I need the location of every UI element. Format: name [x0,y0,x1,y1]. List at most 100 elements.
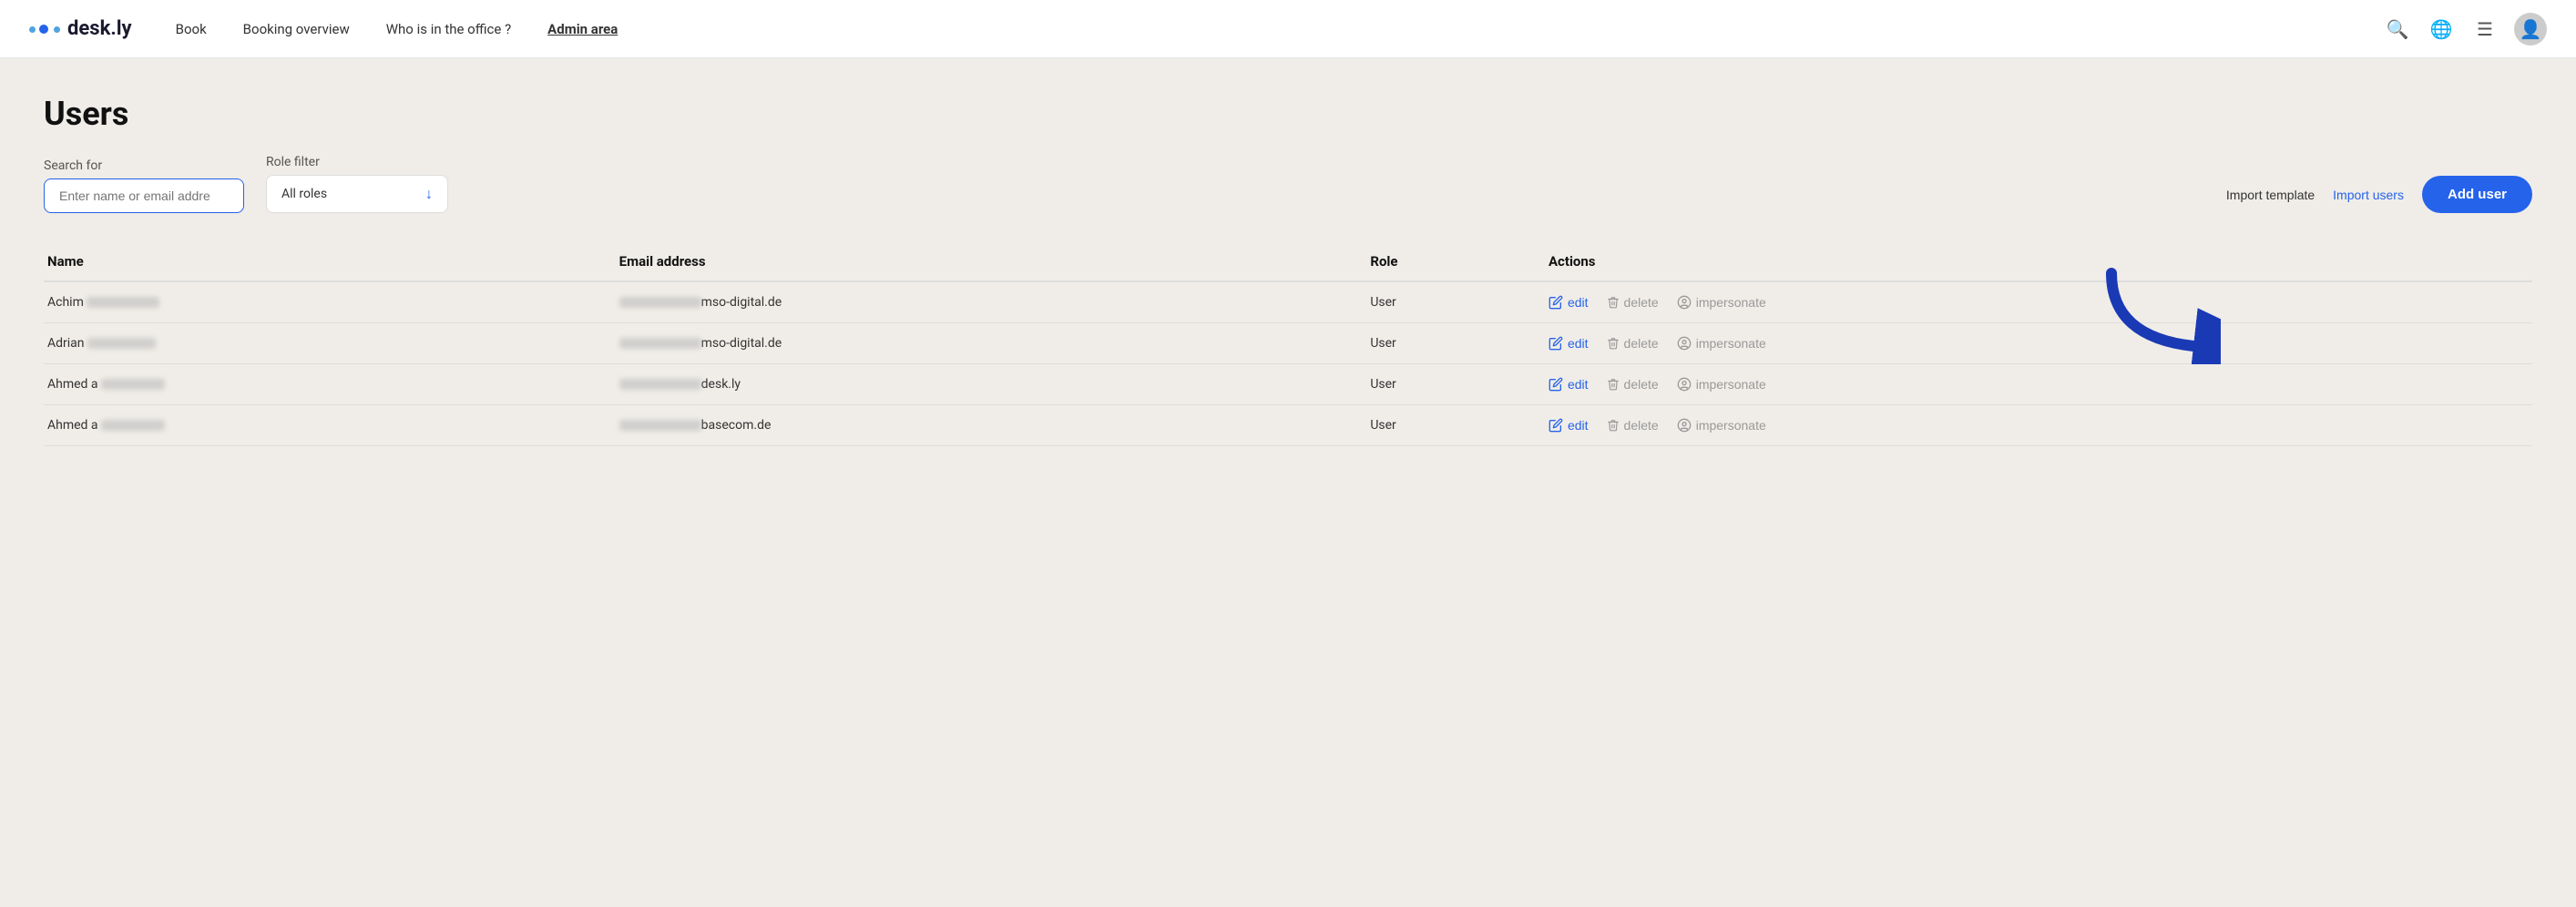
edit-label: edit [1568,418,1589,433]
trash-icon [1607,419,1620,432]
delete-button[interactable]: delete [1607,295,1659,310]
users-table: Name Email address Role Actions Achim ms… [44,242,2532,446]
impersonate-button[interactable]: impersonate [1677,295,1766,310]
name-blur [87,297,159,308]
cell-actions: edit delete impersonate [1549,281,2532,323]
col-role: Role [1370,242,1549,281]
globe-icon[interactable]: 🌐 [2427,15,2456,44]
header: desk.ly Book Booking overview Who is in … [0,0,2576,58]
edit-icon [1549,336,1563,351]
email-blur [619,338,701,349]
cell-name: Adrian [44,323,619,364]
table-row: Ahmed a basecom.de User edit delete [44,405,2532,446]
trash-icon [1607,337,1620,350]
main-content: Users Search for Role filter All roles ↓… [0,58,2576,483]
search-input[interactable] [44,178,244,213]
filters-row: Search for Role filter All roles ↓ Impor… [44,155,2532,213]
cell-actions: edit delete impersonate [1549,405,2532,446]
cell-email: desk.ly [619,364,1371,405]
impersonate-label: impersonate [1696,336,1766,351]
impersonate-button[interactable]: impersonate [1677,377,1766,392]
name-blur [87,338,156,349]
cell-role: User [1370,405,1549,446]
delete-button[interactable]: delete [1607,377,1659,392]
avatar[interactable]: 👤 [2514,13,2547,46]
role-select-value: All roles [281,187,327,201]
header-actions: 🔍 🌐 ☰ 👤 [2383,13,2547,46]
edit-button[interactable]: edit [1549,295,1589,310]
user-circle-icon [1677,418,1692,433]
actions-cell: edit delete impersonate [1549,295,2518,310]
cell-name: Ahmed a [44,405,619,446]
cell-email: mso-digital.de [619,281,1371,323]
table-row: Ahmed a desk.ly User edit delete [44,364,2532,405]
search-icon[interactable]: 🔍 [2383,15,2412,44]
email-domain: mso-digital.de [701,295,782,310]
name-blur [101,420,165,431]
search-label: Search for [44,158,244,173]
col-email: Email address [619,242,1371,281]
name-blur [101,379,165,390]
edit-button[interactable]: edit [1549,377,1589,392]
impersonate-label: impersonate [1696,295,1766,310]
user-firstname: Ahmed a [47,377,101,392]
user-circle-icon [1677,377,1692,392]
cell-actions: edit delete impersonate [1549,364,2532,405]
menu-icon[interactable]: ☰ [2470,15,2499,44]
email-domain: basecom.de [701,418,772,433]
page-title: Users [44,95,2532,133]
cell-email: mso-digital.de [619,323,1371,364]
search-group: Search for [44,158,244,213]
col-actions: Actions [1549,242,2532,281]
edit-label: edit [1568,377,1589,392]
cell-role: User [1370,323,1549,364]
table-header-row: Name Email address Role Actions [44,242,2532,281]
delete-button[interactable]: delete [1607,336,1659,351]
logo-icon [29,25,60,34]
edit-button[interactable]: edit [1549,336,1589,351]
logo-text: desk.ly [67,17,132,40]
trash-icon [1607,296,1620,309]
logo[interactable]: desk.ly [29,17,132,40]
impersonate-button[interactable]: impersonate [1677,336,1766,351]
role-filter-group: Role filter All roles ↓ [266,155,448,213]
cell-role: User [1370,364,1549,405]
email-blur [619,379,701,390]
user-circle-icon [1677,295,1692,310]
edit-icon [1549,418,1563,433]
user-firstname: Ahmed a [47,418,101,433]
impersonate-label: impersonate [1696,418,1766,433]
cell-email: basecom.de [619,405,1371,446]
role-filter-label: Role filter [266,155,448,169]
actions-cell: edit delete impersonate [1549,377,2518,392]
delete-label: delete [1624,336,1659,351]
email-domain: desk.ly [701,377,741,392]
nav-item-booking-overview[interactable]: Booking overview [243,21,350,37]
nav-item-who-is-in-office[interactable]: Who is in the office ? [386,21,511,37]
edit-button[interactable]: edit [1549,418,1589,433]
delete-label: delete [1624,295,1659,310]
cell-actions: edit delete impersonate [1549,323,2532,364]
impersonate-button[interactable]: impersonate [1677,418,1766,433]
email-blur [619,297,701,308]
nav-item-book[interactable]: Book [176,21,207,37]
action-buttons: Import template Import users Add user [2226,176,2532,213]
cell-name: Achim [44,281,619,323]
users-table-container: Name Email address Role Actions Achim ms… [44,242,2532,446]
nav-item-admin-area[interactable]: Admin area [547,21,618,37]
edit-icon [1549,295,1563,310]
delete-label: delete [1624,377,1659,392]
import-users-button[interactable]: Import users [2333,188,2404,202]
email-domain: mso-digital.de [701,336,782,351]
chevron-down-icon: ↓ [425,185,433,203]
role-select[interactable]: All roles ↓ [266,175,448,213]
add-user-button[interactable]: Add user [2422,176,2532,213]
edit-label: edit [1568,336,1589,351]
edit-label: edit [1568,295,1589,310]
main-nav: Book Booking overview Who is in the offi… [176,21,2383,37]
delete-button[interactable]: delete [1607,418,1659,433]
cell-role: User [1370,281,1549,323]
import-template-button[interactable]: Import template [2226,188,2315,202]
trash-icon [1607,378,1620,391]
table-row: Achim mso-digital.de User edit delete [44,281,2532,323]
